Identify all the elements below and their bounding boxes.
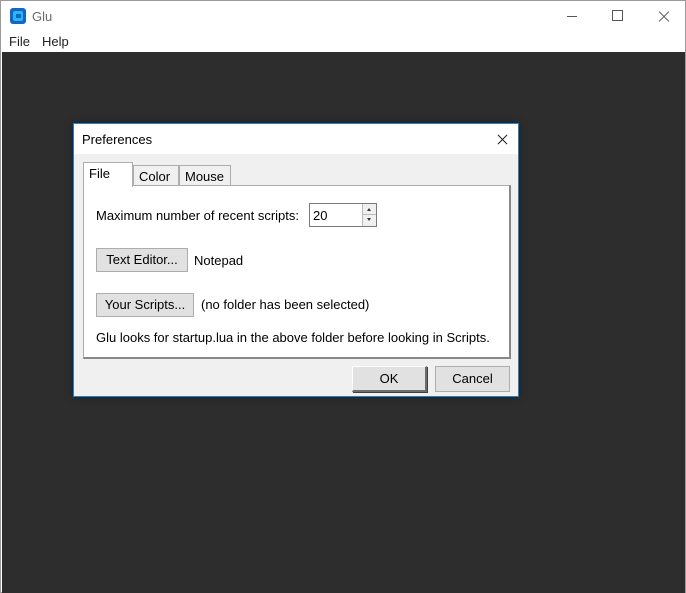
spinner-up-icon[interactable] xyxy=(363,204,376,215)
your-scripts-button[interactable]: Your Scripts... xyxy=(96,293,194,317)
spinner-down-icon[interactable] xyxy=(363,215,376,226)
file-tab-panel: Maximum number of recent scripts: 20 Tex… xyxy=(83,185,511,359)
text-editor-button[interactable]: Text Editor... xyxy=(96,248,188,272)
menu-file[interactable]: File xyxy=(9,34,30,49)
text-editor-value: Notepad xyxy=(194,253,244,268)
tab-color[interactable]: Color xyxy=(133,165,179,186)
menu-help[interactable]: Help xyxy=(42,34,69,49)
maximize-icon xyxy=(612,10,623,21)
glu-app-icon xyxy=(10,8,26,24)
scripts-folder-value: (no folder has been selected) xyxy=(201,297,370,312)
window-title: Glu xyxy=(32,9,53,24)
menu-bar: File Help xyxy=(1,31,685,51)
ok-button[interactable]: OK xyxy=(352,366,427,392)
minimize-button[interactable] xyxy=(549,1,595,31)
dialog-title-bar[interactable]: Preferences xyxy=(74,124,518,154)
preferences-dialog: Preferences File Color Mouse Maximum num… xyxy=(73,123,519,397)
close-icon xyxy=(657,11,671,22)
tab-mouse[interactable]: Mouse xyxy=(179,165,231,186)
title-bar[interactable]: Glu xyxy=(1,1,685,31)
close-icon xyxy=(496,134,509,145)
dialog-close-button[interactable] xyxy=(488,124,518,154)
recent-scripts-value[interactable]: 20 xyxy=(313,208,327,223)
minimize-icon xyxy=(567,16,577,17)
startup-note: Glu looks for startup.lua in the above f… xyxy=(96,330,490,345)
close-window-button[interactable] xyxy=(641,1,686,31)
cancel-button[interactable]: Cancel xyxy=(435,366,510,392)
recent-scripts-spinner[interactable]: 20 xyxy=(309,203,377,227)
tab-file[interactable]: File xyxy=(83,162,133,187)
dialog-title: Preferences xyxy=(82,132,153,147)
recent-scripts-label: Maximum number of recent scripts: xyxy=(96,208,300,223)
spinner-buttons xyxy=(362,204,376,226)
maximize-button[interactable] xyxy=(595,1,641,31)
